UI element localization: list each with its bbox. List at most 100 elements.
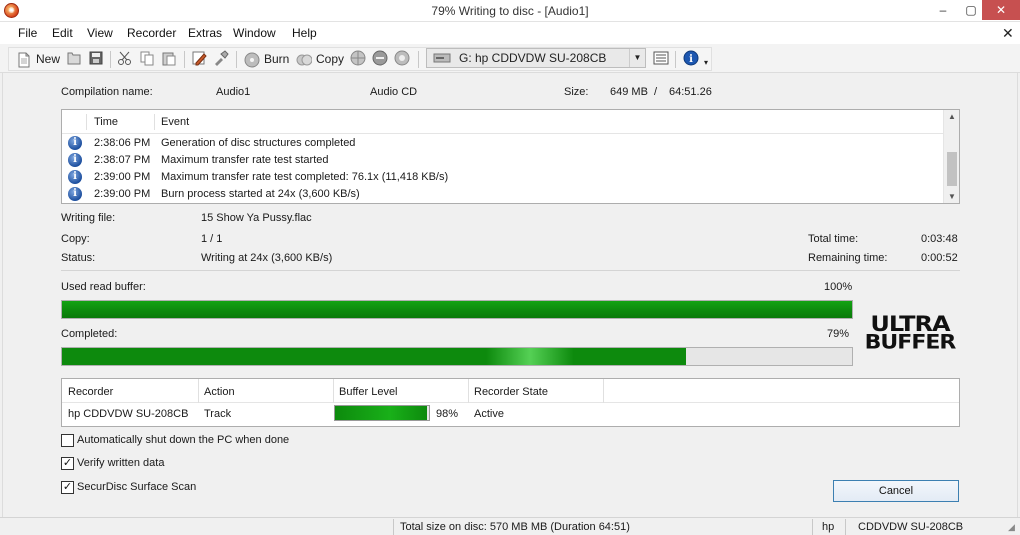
recorder-name[interactable]: hp CDDVDW SU-208CB (68, 408, 188, 420)
size-value: 649 MB (610, 86, 648, 98)
copy-icon[interactable] (139, 50, 155, 68)
log-row: i 2:39:00 PM Burn process started at 24x… (62, 186, 944, 203)
cancel-button[interactable]: Cancel (833, 480, 959, 502)
settings-icon[interactable] (394, 50, 410, 68)
remaining-time-label: Remaining time: (808, 252, 888, 264)
buffer-level-percent: 98% (436, 408, 459, 420)
statusbar-divider (812, 519, 813, 535)
checkbox-box[interactable]: ✓ (61, 457, 74, 470)
recorder-state: Active (474, 408, 504, 420)
scroll-down-icon[interactable]: ▼ (944, 192, 960, 201)
window-title: 79% Writing to disc - [Audio1] (431, 4, 589, 18)
drive-select[interactable]: G: hp CDDVDW SU-208CB ▼ (426, 48, 646, 68)
divider (61, 270, 960, 271)
buffer-level-bar (334, 405, 430, 421)
read-buffer-bar (61, 300, 853, 319)
remaining-time-value: 0:00:52 (921, 252, 958, 264)
log-event: Maximum transfer rate test completed: 76… (161, 171, 449, 183)
cut-icon[interactable] (117, 50, 133, 68)
new-button[interactable]: New (16, 50, 60, 68)
burn-icon (244, 52, 260, 68)
recorder-table-header: Recorder Action Buffer Level Recorder St… (62, 379, 959, 403)
properties-icon[interactable] (213, 50, 229, 68)
ultrabuffer-logo: ULTRA BUFFER (860, 310, 960, 356)
checkbox-box[interactable] (61, 434, 74, 447)
securdisc-checkbox[interactable]: ✓ SecurDisc Surface Scan (61, 480, 311, 496)
read-buffer-label: Used read buffer: (61, 281, 146, 293)
info-icon[interactable]: i (683, 50, 699, 68)
web-icon[interactable] (350, 50, 366, 68)
recorder-table: Recorder Action Buffer Level Recorder St… (61, 378, 960, 427)
close-button[interactable]: ✕ (982, 0, 1020, 20)
event-log-header: Time Event (62, 110, 944, 134)
edit-icon[interactable] (191, 50, 207, 68)
minimize-button[interactable]: – (929, 0, 957, 20)
column-divider (333, 379, 334, 403)
log-row: i 2:39:00 PM Maximum transfer rate test … (62, 169, 944, 186)
menu-view[interactable]: View (87, 26, 113, 40)
eject-icon[interactable] (372, 50, 388, 68)
total-time-label: Total time: (808, 233, 859, 245)
completed-progress-bar (61, 347, 853, 366)
drive-select-value: G: hp CDDVDW SU-208CB (459, 51, 607, 65)
verify-data-checkbox[interactable]: ✓ Verify written data (61, 456, 311, 472)
scroll-thumb[interactable] (947, 152, 957, 186)
toolbar-separator (110, 51, 111, 68)
menu-recorder[interactable]: Recorder (127, 26, 176, 40)
menu-extras[interactable]: Extras (188, 26, 222, 40)
col-action[interactable]: Action (204, 386, 235, 398)
toolbar: New Burn Copy G: hp CDDVDW SU-208CB ▼ i … (0, 44, 1020, 73)
copy-disc-button[interactable]: Copy (296, 50, 344, 68)
col-recorder-state[interactable]: Recorder State (474, 386, 548, 398)
col-buffer-level[interactable]: Buffer Level (339, 386, 398, 398)
menu-edit[interactable]: Edit (52, 26, 73, 40)
col-recorder[interactable]: Recorder (68, 386, 113, 398)
status-label: Status: (61, 252, 96, 264)
size-separator: / (654, 86, 658, 98)
buffer-level-fill (335, 406, 428, 420)
menu-help[interactable]: Help (292, 26, 317, 40)
completed-progress-fill (62, 348, 687, 365)
column-divider (468, 379, 469, 403)
burn-button[interactable]: Burn (244, 50, 289, 68)
read-buffer-percent: 100% (824, 281, 853, 293)
toolbar-overflow-icon[interactable]: ▾ (704, 54, 708, 72)
save-icon[interactable] (88, 50, 104, 68)
scroll-up-icon[interactable]: ▲ (944, 112, 960, 121)
new-icon (16, 52, 32, 68)
column-divider (154, 114, 155, 130)
log-row: i 2:38:06 PM Generation of disc structur… (62, 135, 944, 152)
info-icon: i (68, 153, 82, 167)
column-divider (198, 379, 199, 403)
event-log[interactable]: Time Event i 2:38:06 PM Generation of di… (61, 109, 960, 204)
log-col-time[interactable]: Time (94, 116, 118, 128)
chevron-down-icon[interactable]: ▼ (629, 49, 645, 67)
ultrabuffer-logo-line2: BUFFER (864, 331, 957, 354)
column-divider (603, 379, 604, 403)
read-buffer-fill (62, 301, 852, 318)
menu-bar: File Edit View Recorder Extras Window He… (0, 22, 1020, 44)
list-icon[interactable] (653, 50, 669, 68)
log-event: Maximum transfer rate test started (161, 154, 329, 166)
open-icon[interactable] (66, 50, 82, 68)
copy-disc-icon (296, 52, 313, 68)
log-scrollbar[interactable]: ▲ ▼ (943, 110, 959, 203)
menu-window[interactable]: Window (233, 26, 276, 40)
resize-grip-icon[interactable]: ◢ (1008, 522, 1015, 533)
copy-label: Copy: (61, 233, 90, 245)
compilation-name-value: Audio1 (216, 86, 251, 98)
checkbox-box[interactable]: ✓ (61, 481, 74, 494)
writing-file-label: Writing file: (61, 212, 116, 224)
log-event: Generation of disc structures completed (161, 137, 356, 149)
menu-file[interactable]: File (18, 26, 37, 40)
maximize-button[interactable]: ▢ (957, 0, 985, 20)
document-close-icon[interactable]: ✕ (1002, 25, 1014, 42)
auto-shutdown-checkbox[interactable]: Automatically shut down the PC when done (61, 433, 311, 449)
log-time: 2:38:06 PM (94, 137, 151, 149)
log-time: 2:38:07 PM (94, 154, 151, 166)
statusbar-vendor: hp (822, 521, 835, 533)
burn-label: Burn (264, 52, 290, 66)
paste-icon[interactable] (161, 50, 177, 68)
log-col-event[interactable]: Event (161, 116, 189, 128)
log-event: Burn process started at 24x (3,600 KB/s) (161, 188, 360, 200)
